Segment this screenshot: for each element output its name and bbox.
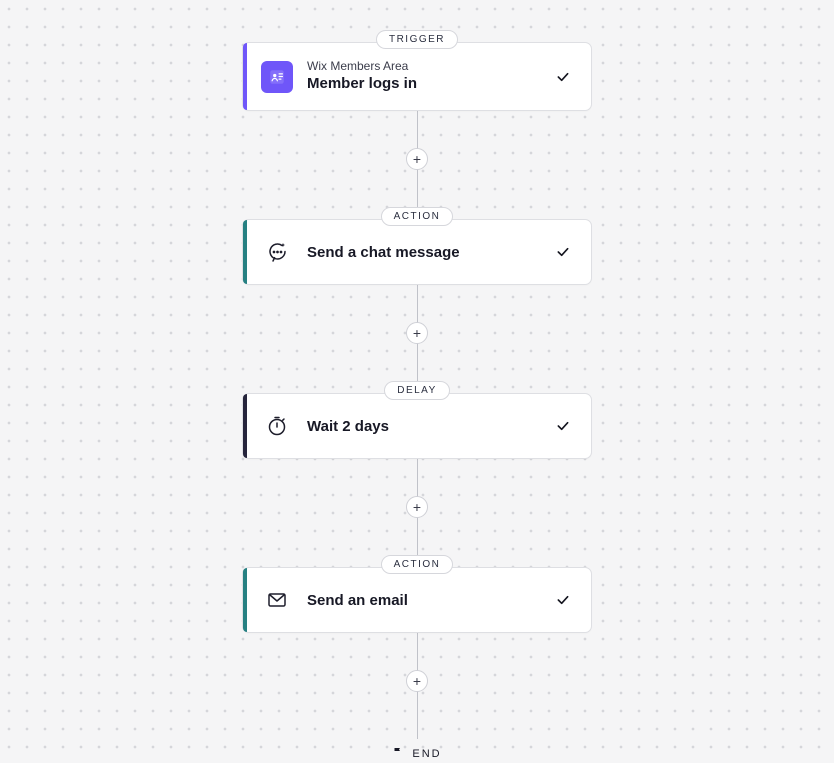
add-step-button[interactable]: +	[406, 496, 428, 518]
connector-line	[417, 517, 418, 555]
connector-line	[417, 343, 418, 381]
chat-icon	[261, 236, 293, 268]
check-icon	[553, 592, 573, 608]
step-badge-action: ACTION	[381, 207, 454, 226]
add-step-button[interactable]: +	[406, 148, 428, 170]
email-icon	[261, 584, 293, 616]
connector-line	[417, 633, 418, 671]
connector-line	[417, 169, 418, 207]
step-badge-trigger: TRIGGER	[376, 30, 458, 49]
check-icon	[553, 418, 573, 434]
step-title: Send an email	[307, 592, 553, 609]
stopwatch-icon	[261, 410, 293, 442]
check-icon	[553, 244, 573, 260]
connector-line	[417, 111, 418, 149]
card-accent	[243, 394, 247, 458]
step-title: Wait 2 days	[307, 418, 553, 435]
step-subtitle: Wix Members Area	[307, 59, 553, 73]
connector-line	[417, 285, 418, 323]
action-card-email[interactable]: Send an email	[242, 567, 592, 633]
connector-line	[417, 459, 418, 497]
step-badge-action: ACTION	[381, 555, 454, 574]
step-title: Send a chat message	[307, 244, 553, 261]
delay-card[interactable]: Wait 2 days	[242, 393, 592, 459]
connector-line	[417, 691, 418, 739]
add-step-button[interactable]: +	[406, 322, 428, 344]
step-title: Member logs in	[307, 75, 553, 94]
automation-flow-canvas: TRIGGER Wix Members Area Member logs in	[0, 0, 834, 763]
add-step-button[interactable]: +	[406, 670, 428, 692]
step-badge-delay: DELAY	[384, 381, 450, 400]
app-icon-members	[261, 61, 293, 93]
flag-icon	[392, 745, 404, 763]
end-label: END	[412, 748, 441, 760]
flow-end: END	[392, 745, 441, 763]
check-icon	[553, 69, 573, 85]
action-card-chat[interactable]: Send a chat message	[242, 219, 592, 285]
card-accent	[243, 220, 247, 284]
card-accent	[243, 43, 247, 110]
trigger-card[interactable]: Wix Members Area Member logs in	[242, 42, 592, 111]
card-accent	[243, 568, 247, 632]
